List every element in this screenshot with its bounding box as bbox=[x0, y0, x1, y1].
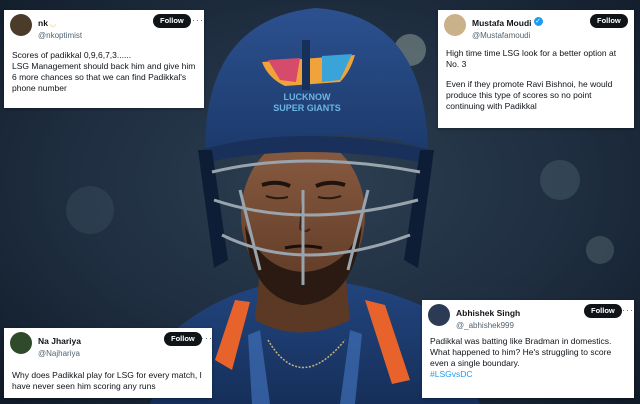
user-name[interactable]: nk bbox=[38, 18, 48, 29]
helmet-logo-line1: LUCKNOW bbox=[284, 92, 331, 102]
follow-button[interactable]: Follow bbox=[164, 332, 202, 346]
follow-button[interactable]: Follow bbox=[153, 14, 191, 28]
helmet-logo-line2: SUPER GIANTS bbox=[273, 103, 341, 113]
badge-emoji-icon: ◡ bbox=[49, 21, 57, 28]
more-options-icon[interactable]: ··· bbox=[192, 15, 204, 25]
tweet-card-na[interactable]: Na Jhariya @Najhariya Follow ··· Why doe… bbox=[4, 328, 212, 398]
avatar[interactable] bbox=[10, 332, 32, 354]
avatar[interactable] bbox=[428, 304, 450, 326]
tweet-text-line: Even if they promote Ravi Bishnoi, he wo… bbox=[446, 79, 613, 112]
tweet-text-line: Why does Padikkal play for LSG for every… bbox=[12, 370, 202, 392]
user-handle[interactable]: @nkoptimist bbox=[38, 31, 82, 40]
avatar[interactable] bbox=[444, 14, 466, 36]
follow-button[interactable]: Follow bbox=[590, 14, 628, 28]
tweet-text-line: LSG Management should back him and give … bbox=[12, 61, 196, 94]
user-handle[interactable]: @Najhariya bbox=[38, 349, 81, 358]
tweet-card-abhishek[interactable]: Abhishek Singh @_abhishek999 Follow ··· … bbox=[422, 300, 634, 398]
hashtag-link[interactable]: #LSGvsDC bbox=[430, 369, 626, 380]
tweet-card-mustafa[interactable]: Mustafa Moudi ✓ @Mustafamoudi Follow High… bbox=[438, 10, 634, 128]
user-name[interactable]: Abhishek Singh bbox=[456, 308, 520, 319]
user-name[interactable]: Mustafa Moudi bbox=[472, 18, 532, 29]
tweet-text-line: Scores of padikkal 0,9,6,7,3...... bbox=[12, 50, 132, 60]
more-options-icon[interactable]: ··· bbox=[622, 305, 634, 315]
tweet-text-line: Padikkal was batting like Bradman in dom… bbox=[430, 336, 612, 369]
user-handle[interactable]: @Mustafamoudi bbox=[472, 31, 543, 40]
verified-badge-icon: ✓ bbox=[533, 17, 543, 27]
avatar[interactable] bbox=[10, 14, 32, 36]
more-options-icon[interactable]: ··· bbox=[201, 333, 212, 343]
tweet-text-line: High time time LSG look for a better opt… bbox=[446, 48, 617, 70]
user-handle[interactable]: @_abhishek999 bbox=[456, 321, 520, 330]
user-name[interactable]: Na Jhariya bbox=[38, 336, 81, 347]
tweet-card-nk[interactable]: nk ◡ @nkoptimist Follow ··· Scores of pad… bbox=[4, 10, 204, 108]
follow-button[interactable]: Follow bbox=[584, 304, 622, 318]
